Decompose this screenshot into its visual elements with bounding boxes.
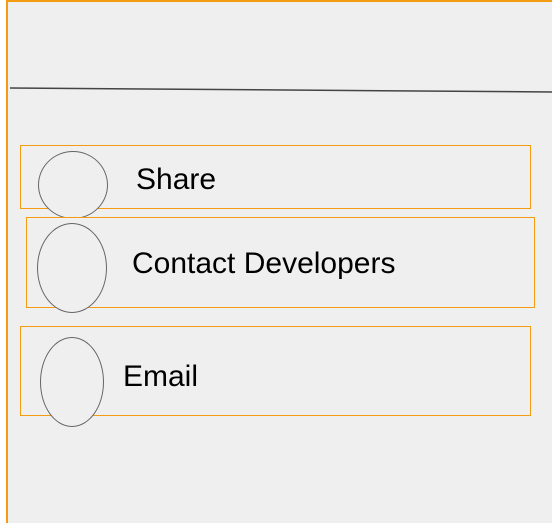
menu-item-email[interactable]: Email — [20, 326, 531, 427]
circle-icon — [38, 151, 108, 219]
screen: Share Contact Developers Email — [0, 0, 552, 523]
menu-item-label: Share — [136, 163, 217, 196]
circle-icon — [40, 337, 104, 427]
circle-icon — [37, 223, 107, 313]
menu-item-contact-developers[interactable]: Contact Developers — [26, 217, 535, 313]
menu-item-label: Contact Developers — [132, 247, 396, 280]
menu-item-label: Email — [123, 360, 199, 393]
menu-item-share[interactable]: Share — [20, 145, 531, 219]
